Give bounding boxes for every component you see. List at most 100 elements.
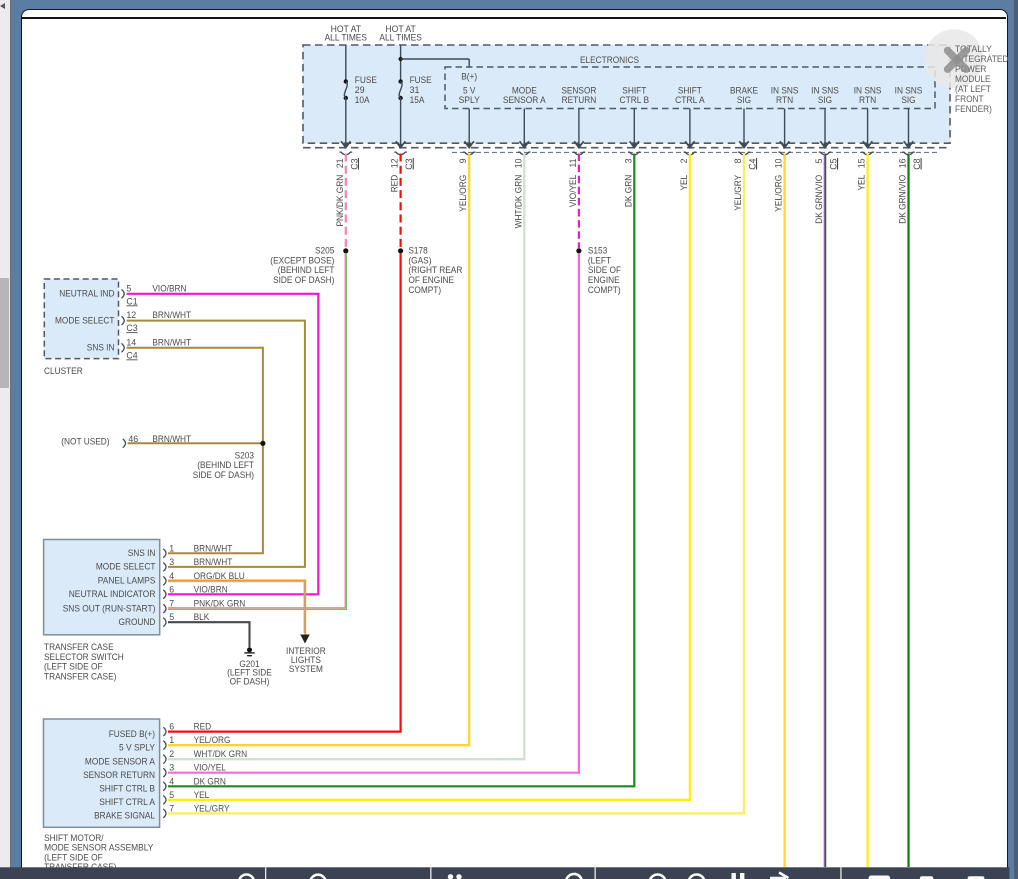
svg-text:BLK: BLK	[194, 612, 210, 622]
svg-text:YEL/ORG: YEL/ORG	[774, 175, 784, 212]
svg-text:(BEHIND LEFT: (BEHIND LEFT	[197, 460, 254, 470]
svg-text:RETURN: RETURN	[562, 95, 597, 105]
svg-text:OF DASH): OF DASH)	[230, 677, 270, 687]
svg-text:15A: 15A	[410, 95, 425, 105]
svg-text:WHT/DK GRN: WHT/DK GRN	[513, 175, 523, 229]
svg-text:14: 14	[126, 337, 136, 347]
svg-text:3: 3	[169, 557, 174, 567]
svg-text:5 V SPLY: 5 V SPLY	[119, 742, 155, 752]
svg-text:SIDE OF DASH): SIDE OF DASH)	[193, 470, 254, 480]
svg-text:SIG: SIG	[737, 95, 751, 105]
svg-text:5: 5	[126, 283, 131, 293]
svg-text:BRN/WHT: BRN/WHT	[152, 310, 191, 320]
svg-text:C4: C4	[748, 158, 758, 169]
svg-text:S153: S153	[588, 246, 607, 256]
svg-text:29: 29	[355, 85, 365, 95]
svg-text:(AT LEFT: (AT LEFT	[955, 84, 992, 94]
svg-text:3: 3	[623, 158, 633, 163]
svg-text:RED: RED	[194, 722, 212, 732]
svg-text:BRN/WHT: BRN/WHT	[152, 337, 191, 347]
svg-text:C5: C5	[829, 158, 839, 169]
svg-text:CTRL B: CTRL B	[620, 95, 650, 105]
svg-text:RTN: RTN	[859, 95, 876, 105]
svg-text:BRN/WHT: BRN/WHT	[194, 557, 233, 567]
svg-text:(EXCEPT BOSE): (EXCEPT BOSE)	[270, 255, 334, 265]
svg-text:COMPT): COMPT)	[408, 285, 441, 295]
svg-text:SNS IN: SNS IN	[128, 548, 156, 558]
svg-text:1: 1	[169, 735, 174, 745]
svg-text:NEUTRAL INDICATOR: NEUTRAL INDICATOR	[69, 589, 156, 599]
svg-text:S178: S178	[408, 246, 427, 256]
svg-text:DK GRN: DK GRN	[623, 175, 633, 207]
svg-text:SENSOR A: SENSOR A	[503, 95, 546, 105]
svg-text:SPLY: SPLY	[459, 95, 480, 105]
svg-text:C3: C3	[404, 158, 414, 169]
svg-text:7: 7	[169, 803, 174, 813]
svg-text:C3: C3	[349, 158, 359, 169]
svg-text:15: 15	[857, 158, 867, 168]
svg-text:4: 4	[169, 776, 174, 786]
svg-text:BRN/WHT: BRN/WHT	[194, 543, 233, 553]
svg-text:11: 11	[568, 158, 578, 167]
svg-text:YEL/GRY: YEL/GRY	[194, 803, 230, 813]
svg-text:10: 10	[513, 158, 523, 168]
svg-text:ALL TIMES: ALL TIMES	[379, 33, 422, 43]
svg-text:RED: RED	[390, 175, 400, 193]
svg-text:C1: C1	[126, 296, 137, 306]
svg-text:5: 5	[169, 612, 174, 622]
svg-text:MODE SENSOR A: MODE SENSOR A	[85, 756, 155, 766]
svg-text:7: 7	[169, 599, 174, 609]
svg-text:C3: C3	[126, 323, 137, 333]
svg-text:SELECTOR SWITCH: SELECTOR SWITCH	[44, 652, 124, 662]
svg-text:VIO/BRN: VIO/BRN	[194, 584, 228, 594]
svg-text:S205: S205	[315, 246, 334, 256]
svg-text:SNS OUT (RUN-START): SNS OUT (RUN-START)	[63, 603, 156, 613]
svg-text:MODE SELECT: MODE SELECT	[55, 315, 115, 325]
svg-text:WHT/DK GRN: WHT/DK GRN	[194, 749, 248, 759]
svg-text:SIDE OF: SIDE OF	[588, 265, 622, 275]
svg-text:FUSE: FUSE	[410, 75, 432, 85]
svg-text:VIO/YEL: VIO/YEL	[194, 763, 226, 773]
svg-text:ENGINE: ENGINE	[588, 275, 620, 285]
svg-text:S203: S203	[235, 450, 254, 460]
svg-text:2: 2	[169, 749, 174, 759]
svg-text:31: 31	[410, 85, 420, 95]
svg-text:(GAS): (GAS)	[408, 255, 431, 265]
svg-text:21: 21	[335, 158, 345, 168]
svg-text:ORG/DK BLU: ORG/DK BLU	[194, 571, 245, 581]
svg-text:RTN: RTN	[776, 95, 793, 105]
svg-text:GROUND: GROUND	[119, 617, 156, 627]
svg-text:VIO/BRN: VIO/BRN	[152, 283, 186, 293]
svg-text:DK GRN/VIO: DK GRN/VIO	[814, 175, 824, 224]
svg-text:FUSED B(+): FUSED B(+)	[109, 729, 155, 739]
svg-text:SYSTEM: SYSTEM	[289, 664, 323, 674]
svg-text:FENDER): FENDER)	[955, 104, 992, 114]
svg-text:9: 9	[458, 158, 468, 163]
svg-text:(LEFT SIDE OF: (LEFT SIDE OF	[44, 662, 103, 672]
svg-text:SNS IN: SNS IN	[87, 343, 115, 353]
svg-text:(BEHIND LEFT: (BEHIND LEFT	[278, 265, 335, 275]
svg-text:1: 1	[169, 543, 174, 553]
svg-text:B(+): B(+)	[461, 72, 477, 82]
svg-text:MODULE: MODULE	[955, 74, 991, 84]
svg-text:SENSOR RETURN: SENSOR RETURN	[83, 770, 155, 780]
svg-text:SHIFT CTRL A: SHIFT CTRL A	[99, 797, 155, 807]
svg-text:5: 5	[814, 158, 824, 163]
svg-text:(LEFT: (LEFT	[588, 255, 612, 265]
svg-text:DK GRN: DK GRN	[194, 776, 226, 786]
svg-text:PANEL LAMPS: PANEL LAMPS	[98, 576, 156, 586]
svg-text:(NOT USED): (NOT USED)	[61, 436, 109, 446]
svg-text:COMPT): COMPT)	[588, 285, 621, 295]
svg-text:12: 12	[390, 158, 400, 168]
svg-text:YEL: YEL	[194, 790, 210, 800]
svg-text:(RIGHT REAR: (RIGHT REAR	[408, 265, 462, 275]
svg-text:12: 12	[126, 310, 136, 320]
svg-text:NEUTRAL IND: NEUTRAL IND	[59, 289, 115, 299]
svg-text:PNK/DK GRN: PNK/DK GRN	[194, 599, 246, 609]
svg-text:FUSE: FUSE	[355, 75, 377, 85]
svg-text:YEL/ORG: YEL/ORG	[194, 735, 231, 745]
svg-text:10A: 10A	[355, 95, 370, 105]
svg-text:TRANSFER CASE): TRANSFER CASE)	[44, 672, 116, 682]
svg-text:MODE SENSOR ASSEMBLY: MODE SENSOR ASSEMBLY	[44, 843, 153, 853]
svg-text:CTRL A: CTRL A	[675, 95, 705, 105]
